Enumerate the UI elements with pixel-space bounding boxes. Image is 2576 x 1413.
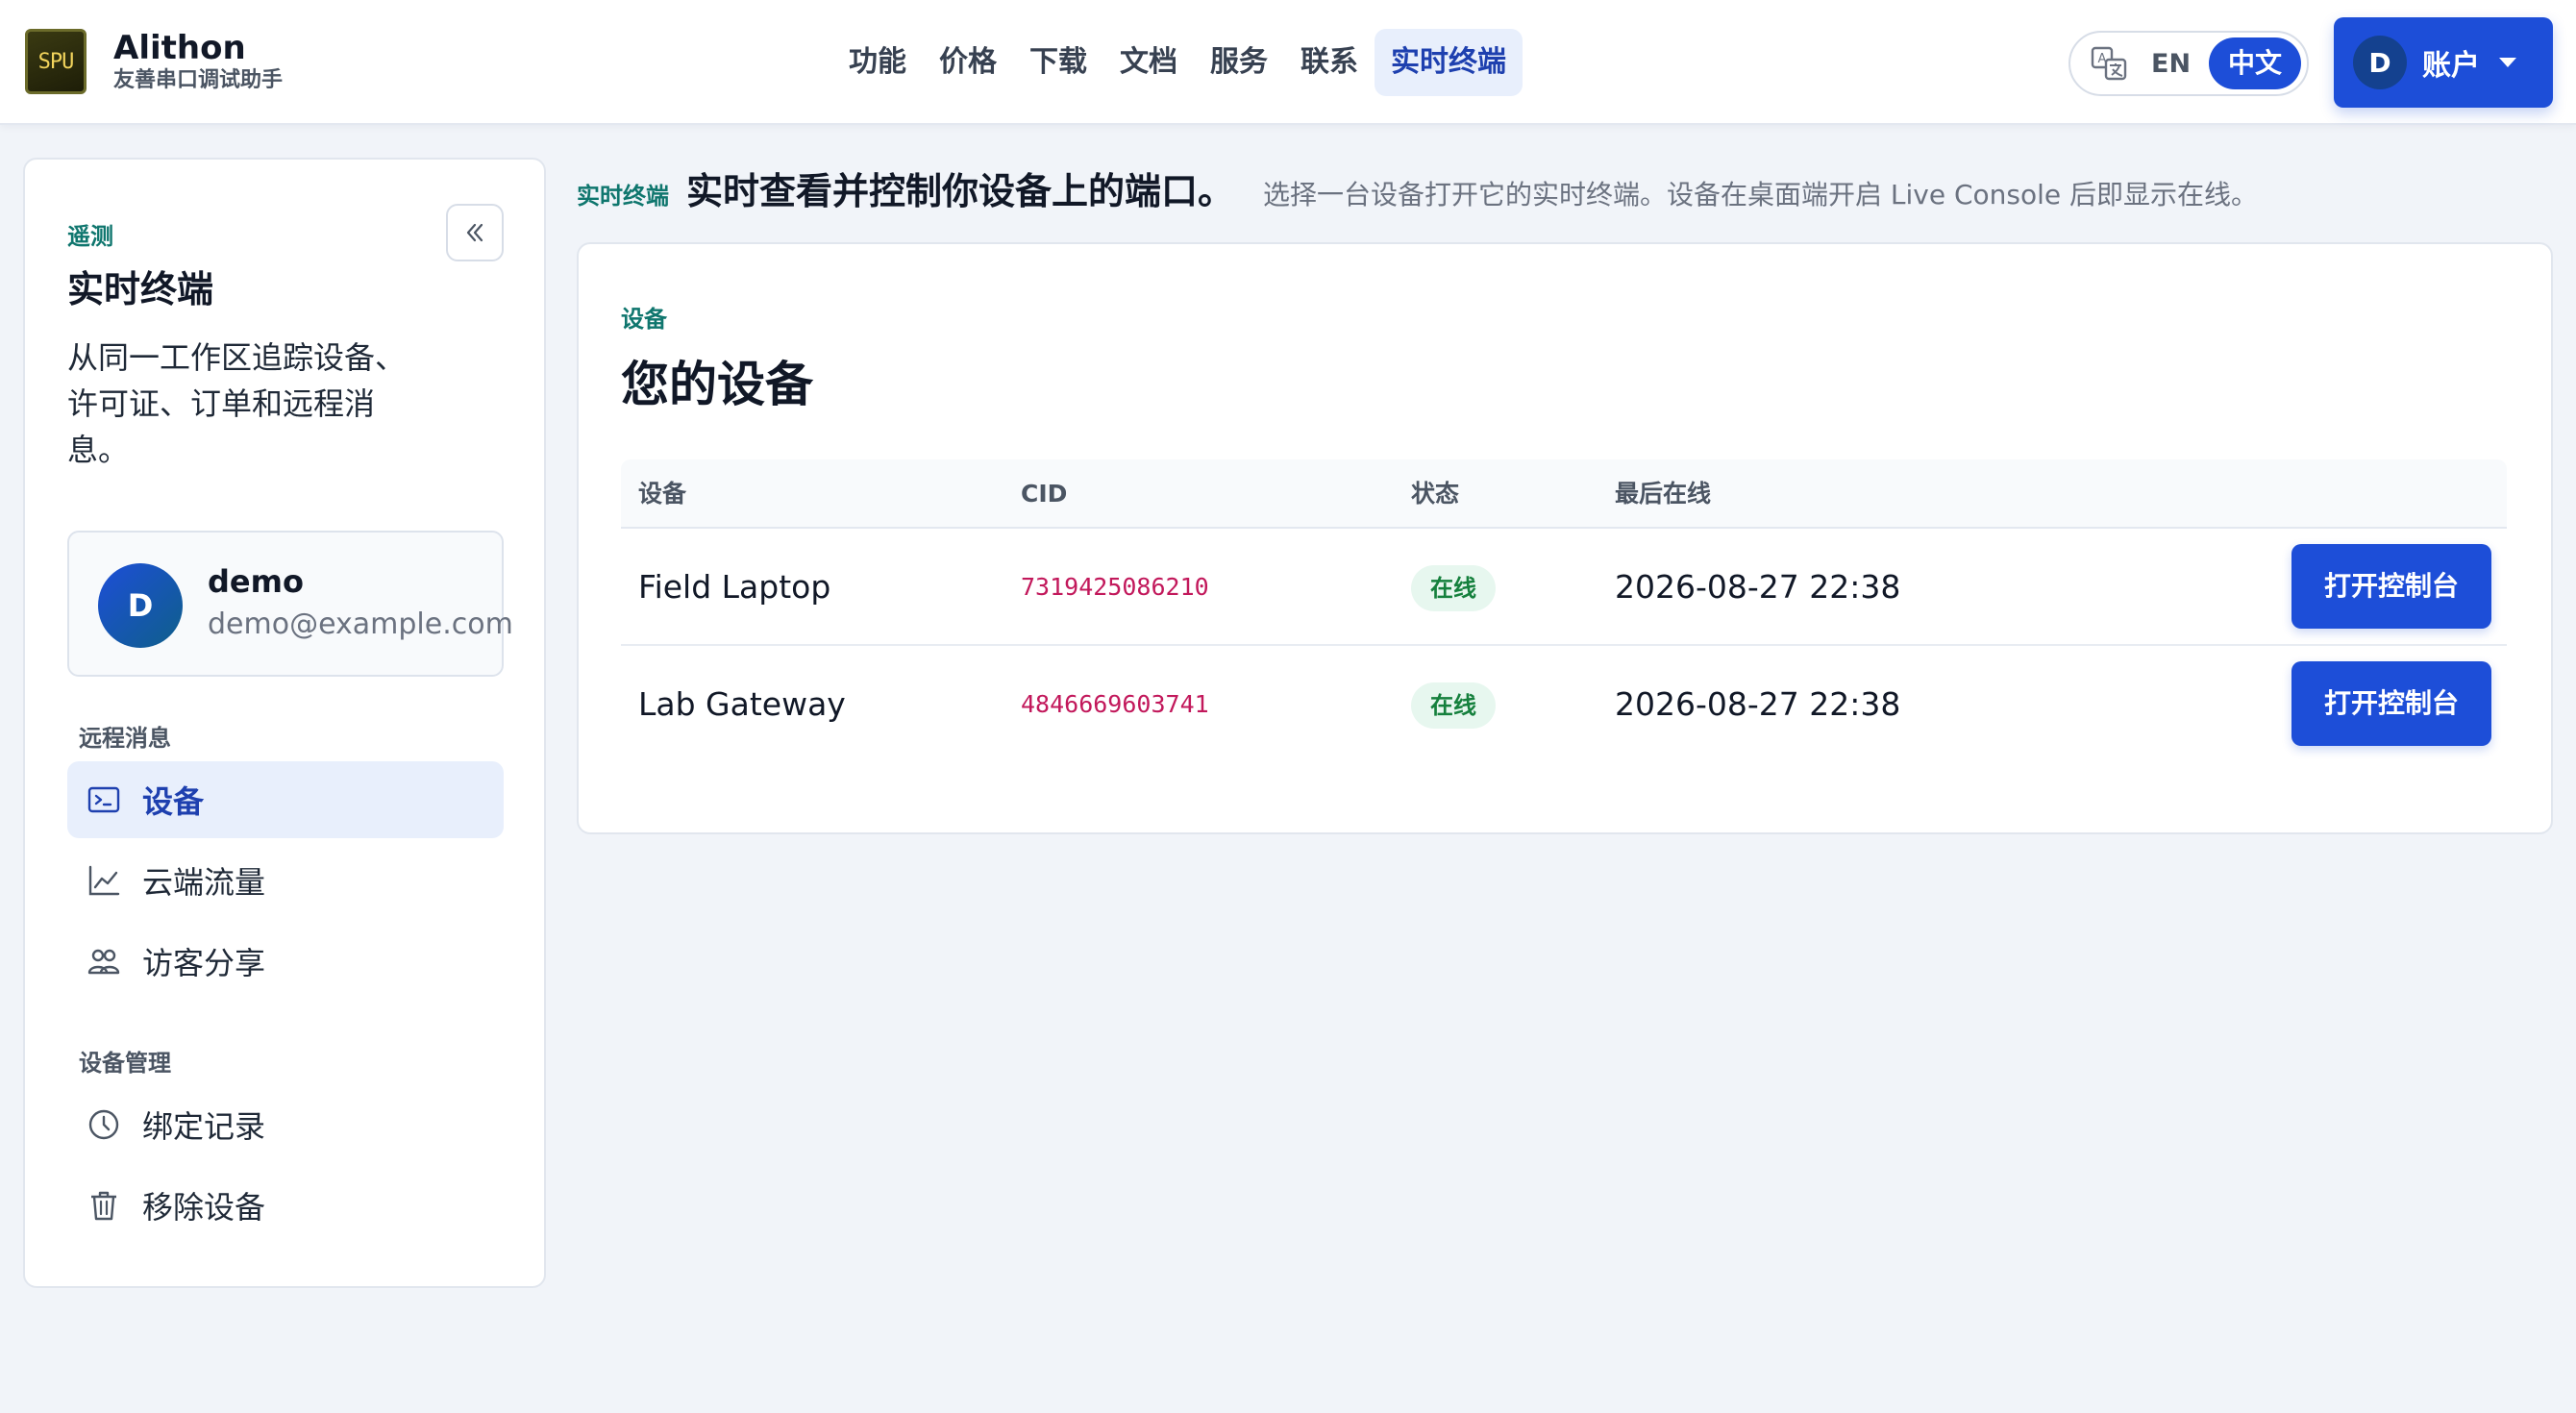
nav-item-live-console[interactable]: 实时终端 <box>1375 29 1523 96</box>
brand-subtitle: 友善串口调试助手 <box>113 68 284 92</box>
sidebar-item-label: 移除设备 <box>142 1189 266 1226</box>
collapse-sidebar-button[interactable] <box>446 204 504 261</box>
card-eyebrow: 设备 <box>621 306 667 333</box>
nav-item-contact[interactable]: 联系 <box>1284 29 1375 96</box>
lang-option-en[interactable]: EN <box>2151 49 2191 79</box>
column-header-status: 状态 <box>1411 480 1460 508</box>
brand-text: Alithon 友善串口调试助手 <box>113 29 283 94</box>
page-intro: 实时终端 实时查看并控制你设备上的端口。 选择一台设备打开它的实时终端。设备在桌… <box>577 161 2258 219</box>
intro-description: 选择一台设备打开它的实时终端。设备在桌面端开启 Live Console 后即显… <box>1263 179 2259 211</box>
line-chart-icon <box>88 865 120 896</box>
nav-item-docs[interactable]: 文档 <box>1103 29 1194 96</box>
user-card: D demo demo@example.com <box>67 531 513 677</box>
table-row: Lab Gateway 4846669603741 在线 2026-08-27 … <box>621 646 2507 763</box>
page-title: 实时查看并控制你设备上的端口。 <box>686 170 1235 212</box>
user-email: demo@example.com <box>208 607 513 641</box>
sidebar-item-label: 设备 <box>142 783 205 820</box>
device-last-seen: 2026-08-27 22:38 <box>1615 568 1901 606</box>
sidebar-item-devices[interactable]: 设备 <box>67 761 504 838</box>
clock-icon <box>88 1109 119 1140</box>
column-header-last-seen: 最后在线 <box>1615 480 1712 508</box>
sidebar-title: 实时终端 <box>67 268 214 310</box>
open-console-button[interactable]: 打开控制台 <box>2291 661 2491 746</box>
sidebar-item-cloud-traffic[interactable]: 云端流量 <box>67 842 504 919</box>
device-name: Lab Gateway <box>638 685 846 723</box>
lang-option-zh[interactable]: 中文 <box>2209 37 2301 89</box>
open-console-button[interactable]: 打开控制台 <box>2291 544 2491 629</box>
sidebar-item-binding-records[interactable]: 绑定记录 <box>67 1086 504 1163</box>
devices-card: 设备 您的设备 设备 CID 状态 最后在线 Field Laptop 7319… <box>577 242 2553 834</box>
nav-item-services[interactable]: 服务 <box>1194 29 1284 96</box>
nav-item-download[interactable]: 下载 <box>1013 29 1103 96</box>
app-logo: SPU <box>25 29 87 94</box>
sidebar-item-remove-device[interactable]: 移除设备 <box>67 1167 504 1244</box>
account-avatar: D <box>2353 36 2407 89</box>
devices-table: 设备 CID 状态 最后在线 Field Laptop 731942508621… <box>621 459 2507 763</box>
brand[interactable]: SPU Alithon 友善串口调试助手 <box>25 29 283 94</box>
sidebar-item-label: 访客分享 <box>142 945 266 981</box>
device-last-seen: 2026-08-27 22:38 <box>1615 685 1901 723</box>
main-nav: 功能 价格 下载 文档 服务 联系 实时终端 <box>832 29 1523 96</box>
sidebar-eyebrow: 遥测 <box>67 223 113 250</box>
nav-item-features[interactable]: 功能 <box>832 29 923 96</box>
brand-name: Alithon <box>113 29 246 67</box>
sidebar-section-remote: 远程消息 <box>79 725 171 752</box>
top-header: SPU Alithon 友善串口调试助手 功能 价格 下载 文档 服务 联系 实… <box>0 0 2576 125</box>
table-header: 设备 CID 状态 最后在线 <box>621 459 2507 529</box>
sidebar-description: 从同一工作区追踪设备、许可证、订单和远程消息。 <box>67 339 407 468</box>
sidebar-item-label: 绑定记录 <box>142 1108 266 1145</box>
avatar: D <box>98 563 183 648</box>
language-switcher: A EN 中文 <box>2068 31 2309 96</box>
sidebar-item-label: 云端流量 <box>142 864 266 901</box>
users-icon <box>87 949 120 975</box>
chevrons-left-icon <box>466 223 483 242</box>
status-badge: 在线 <box>1411 565 1496 611</box>
sidebar: 遥测 实时终端 从同一工作区追踪设备、许可证、订单和远程消息。 D demo d… <box>23 158 546 1288</box>
device-name: Field Laptop <box>638 568 831 606</box>
terminal-icon <box>87 786 120 813</box>
account-label: 账户 <box>2422 49 2480 83</box>
user-name: demo <box>208 563 304 600</box>
translate-icon: A <box>2091 46 2127 81</box>
card-title: 您的设备 <box>621 357 813 412</box>
column-header-device: 设备 <box>638 480 687 508</box>
sidebar-section-device-management: 设备管理 <box>79 1050 171 1077</box>
table-row: Field Laptop 7319425086210 在线 2026-08-27… <box>621 529 2507 646</box>
sidebar-item-guest-share[interactable]: 访客分享 <box>67 923 504 1000</box>
trash-icon <box>91 1191 116 1221</box>
device-cid: 4846669603741 <box>1021 690 1209 718</box>
intro-tag: 实时终端 <box>577 183 669 210</box>
column-header-cid: CID <box>1021 480 1068 508</box>
status-badge: 在线 <box>1411 682 1496 729</box>
caret-down-icon <box>2499 58 2516 67</box>
nav-item-pricing[interactable]: 价格 <box>923 29 1013 96</box>
device-cid: 7319425086210 <box>1021 573 1209 601</box>
account-menu-button[interactable]: D 账户 <box>2334 17 2553 108</box>
